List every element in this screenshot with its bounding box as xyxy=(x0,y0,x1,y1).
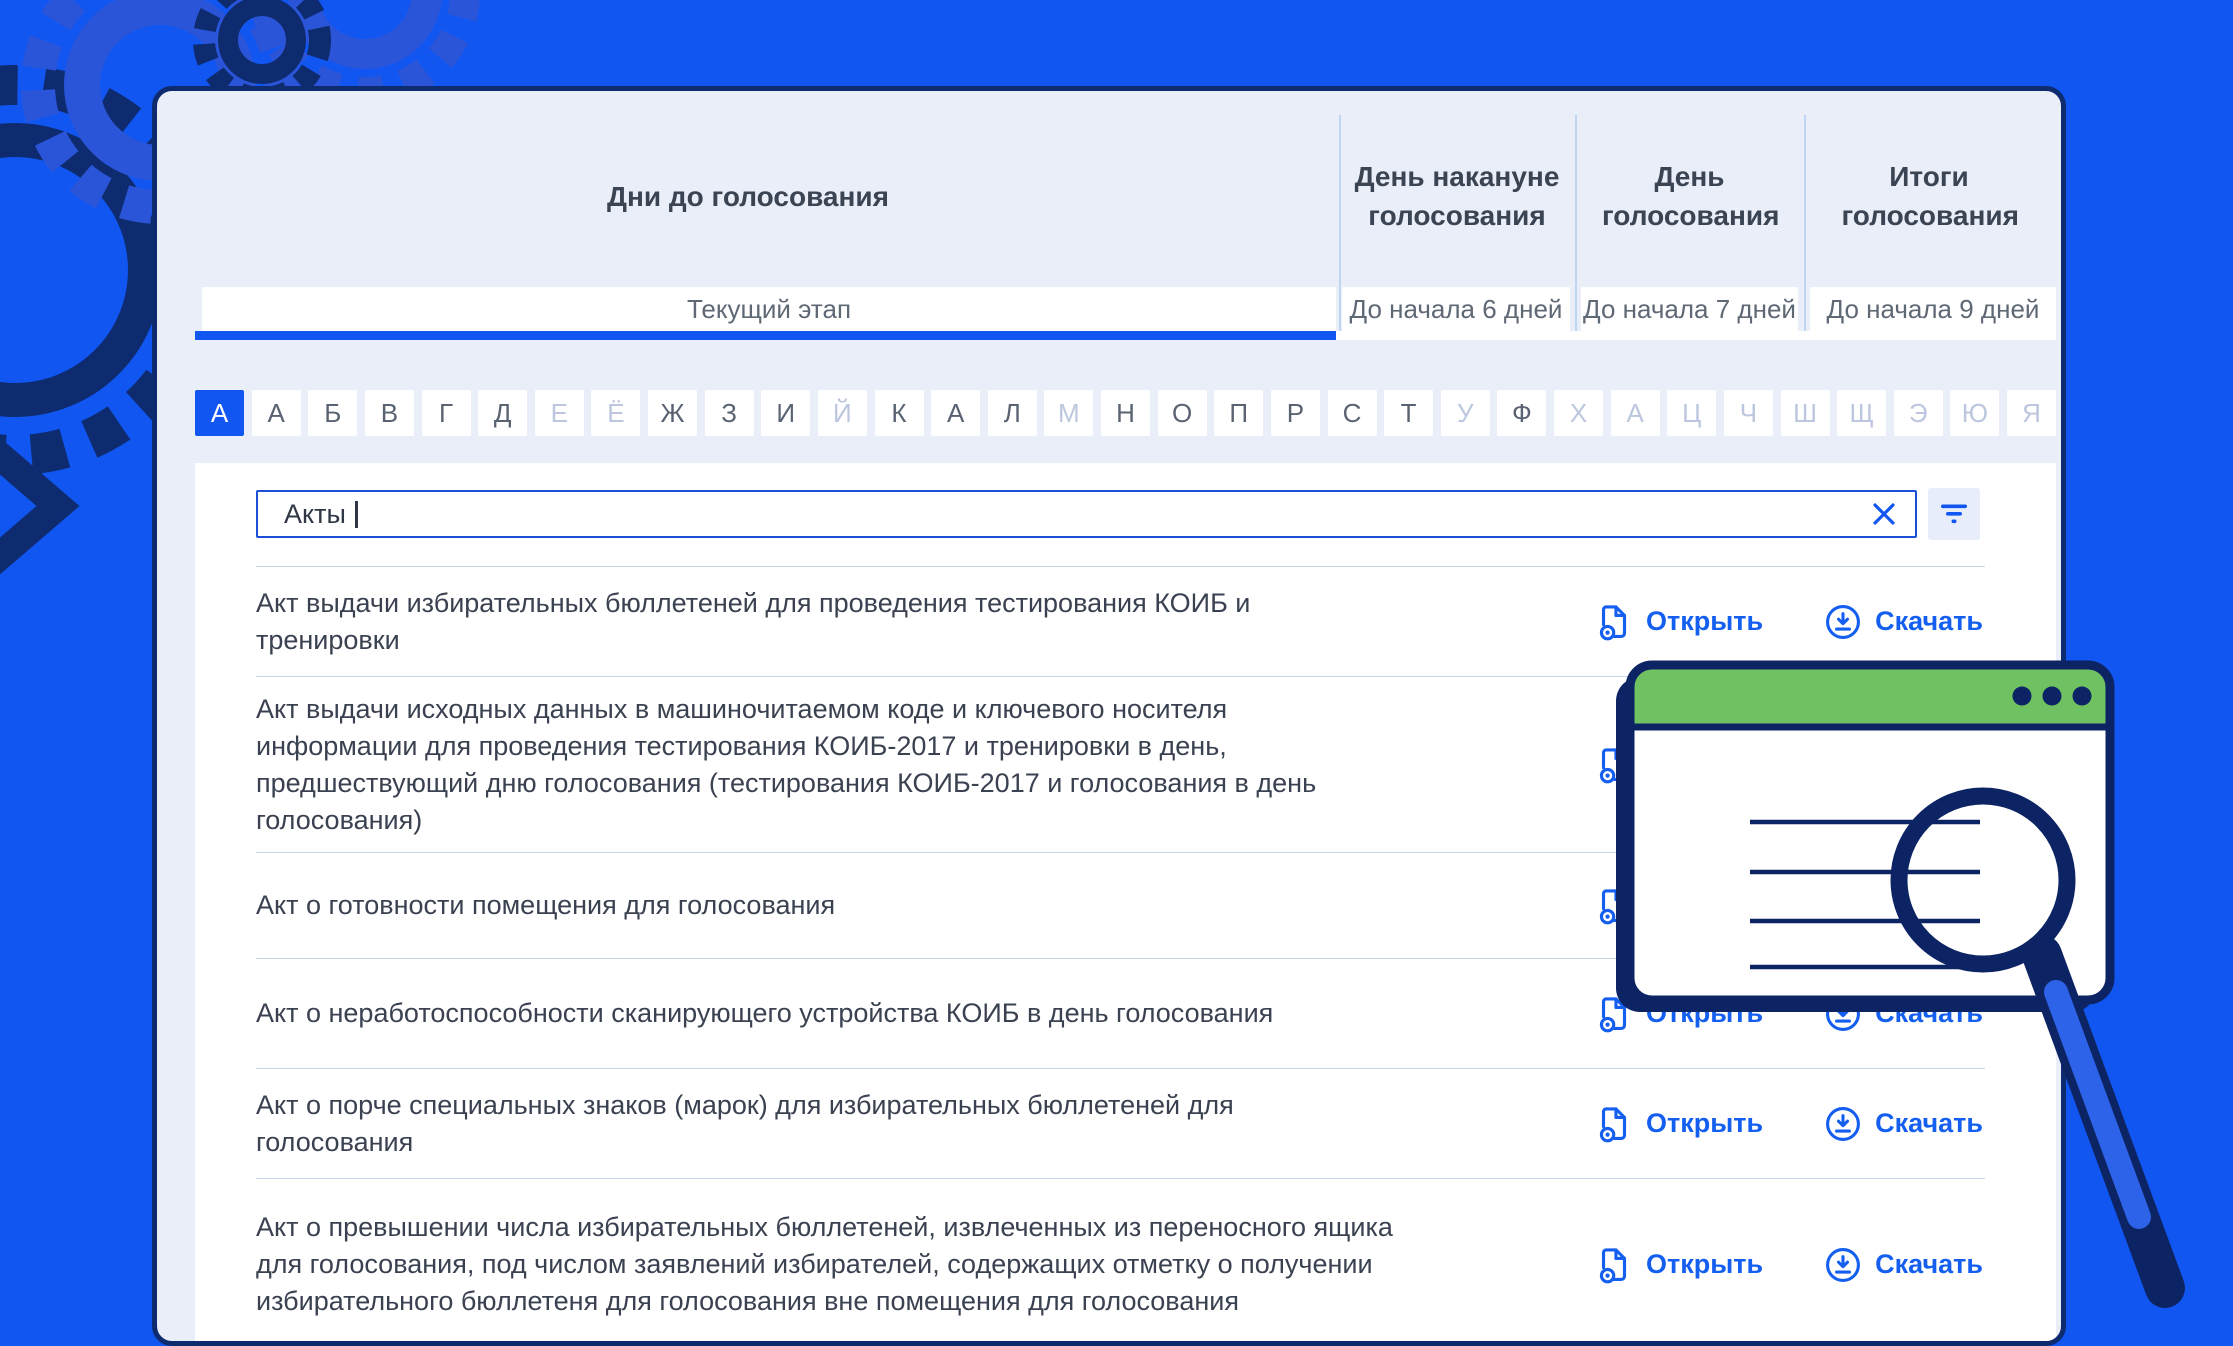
download-icon xyxy=(1825,604,1861,640)
tab-voting-results[interactable]: Итоги голосования xyxy=(1804,131,2054,261)
alphabet-letter[interactable]: А xyxy=(195,390,244,436)
alphabet-letter[interactable]: С xyxy=(1328,390,1377,436)
alphabet-letter: У xyxy=(1441,390,1490,436)
clear-search-button[interactable] xyxy=(1867,497,1901,531)
stage-box: До начала 9 дней xyxy=(1810,287,2056,331)
document-title: Акт о готовности помещения для голосован… xyxy=(256,887,1396,924)
document-actions: Открыть Скачать xyxy=(1596,603,1985,641)
stage-box: До начала 6 дней xyxy=(1342,287,1570,331)
alphabet-row: ААБВГДЕЁЖЗИЙКАЛМНОПРСТУФХАЦЧШЩЭЮЯ xyxy=(195,390,2056,436)
alphabet-letter[interactable]: Н xyxy=(1101,390,1150,436)
document-title: Акт выдачи исходных данных в машиночитае… xyxy=(256,691,1396,839)
alphabet-letter: Ю xyxy=(1950,390,1999,436)
alphabet-letter[interactable]: Б xyxy=(308,390,357,436)
alphabet-letter[interactable]: О xyxy=(1158,390,1207,436)
tab-label: День голосования xyxy=(1602,157,1777,235)
filter-button[interactable] xyxy=(1928,488,1980,540)
tab-voting-day[interactable]: День голосования xyxy=(1575,131,1804,261)
tab-label: Итоги голосования xyxy=(1842,157,2017,235)
document-title: Акт о порче специальных знаков (марок) д… xyxy=(256,1087,1396,1161)
alphabet-letter[interactable]: Р xyxy=(1271,390,1320,436)
alphabet-letter: Щ xyxy=(1837,390,1886,436)
alphabet-letter[interactable]: З xyxy=(705,390,754,436)
alphabet-letter: Я xyxy=(2007,390,2056,436)
tab-label: Дни до голосования xyxy=(607,177,889,216)
open-button-label: Открыть xyxy=(1646,606,1763,637)
document-eye-icon xyxy=(1596,603,1632,641)
alphabet-letter[interactable]: В xyxy=(365,390,414,436)
stage-box-current: Текущий этап xyxy=(202,287,1336,331)
alphabet-letter: Ч xyxy=(1724,390,1773,436)
alphabet-letter: Ц xyxy=(1667,390,1716,436)
alphabet-letter: А xyxy=(1611,390,1660,436)
alphabet-letter[interactable]: Л xyxy=(988,390,1037,436)
download-button[interactable]: Скачать xyxy=(1825,604,1983,640)
alphabet-letter: М xyxy=(1044,390,1093,436)
tab-day-before-voting[interactable]: День накануне голосования xyxy=(1339,131,1575,261)
alphabet-letter[interactable]: И xyxy=(761,390,810,436)
search-value: Акты xyxy=(284,499,346,530)
alphabet-letter[interactable]: А xyxy=(931,390,980,436)
document-title: Акт о превышении числа избирательных бюл… xyxy=(256,1209,1396,1320)
alphabet-letter[interactable]: Д xyxy=(478,390,527,436)
download-button-label: Скачать xyxy=(1875,606,1983,637)
window-dots-icon xyxy=(2013,687,2092,706)
stage-progress-fill xyxy=(195,331,1336,340)
alphabet-letter[interactable]: К xyxy=(875,390,924,436)
document-title: Акт о неработоспособности сканирующего у… xyxy=(256,995,1396,1032)
alphabet-letter: Ш xyxy=(1781,390,1830,436)
alphabet-letter[interactable]: Ф xyxy=(1497,390,1546,436)
alphabet-letter[interactable]: П xyxy=(1214,390,1263,436)
search-input[interactable]: Акты xyxy=(256,490,1917,538)
filter-icon xyxy=(1939,502,1969,526)
alphabet-letter: Й xyxy=(818,390,867,436)
open-button[interactable]: Открыть xyxy=(1596,603,1763,641)
alphabet-letter: Ё xyxy=(591,390,640,436)
alphabet-letter: Э xyxy=(1894,390,1943,436)
stage-box: До начала 7 дней xyxy=(1581,287,1798,331)
tab-days-before-voting[interactable]: Дни до голосования xyxy=(157,131,1339,261)
alphabet-letter: Х xyxy=(1554,390,1603,436)
alphabet-letter[interactable]: А xyxy=(252,390,301,436)
close-icon xyxy=(1869,499,1899,529)
document-title: Акт выдачи избирательных бюллетеней для … xyxy=(256,585,1396,659)
alphabet-letter: Е xyxy=(535,390,584,436)
search-illustration xyxy=(1590,640,2233,1320)
stage-progress xyxy=(195,331,2056,340)
alphabet-letter[interactable]: Ж xyxy=(648,390,697,436)
page: { "colors": { "background": "#1156F1", "… xyxy=(0,0,2233,1306)
alphabet-letter[interactable]: Г xyxy=(422,390,471,436)
text-cursor xyxy=(355,501,358,528)
tab-label: День накануне голосования xyxy=(1350,157,1565,235)
alphabet-letter[interactable]: Т xyxy=(1384,390,1433,436)
